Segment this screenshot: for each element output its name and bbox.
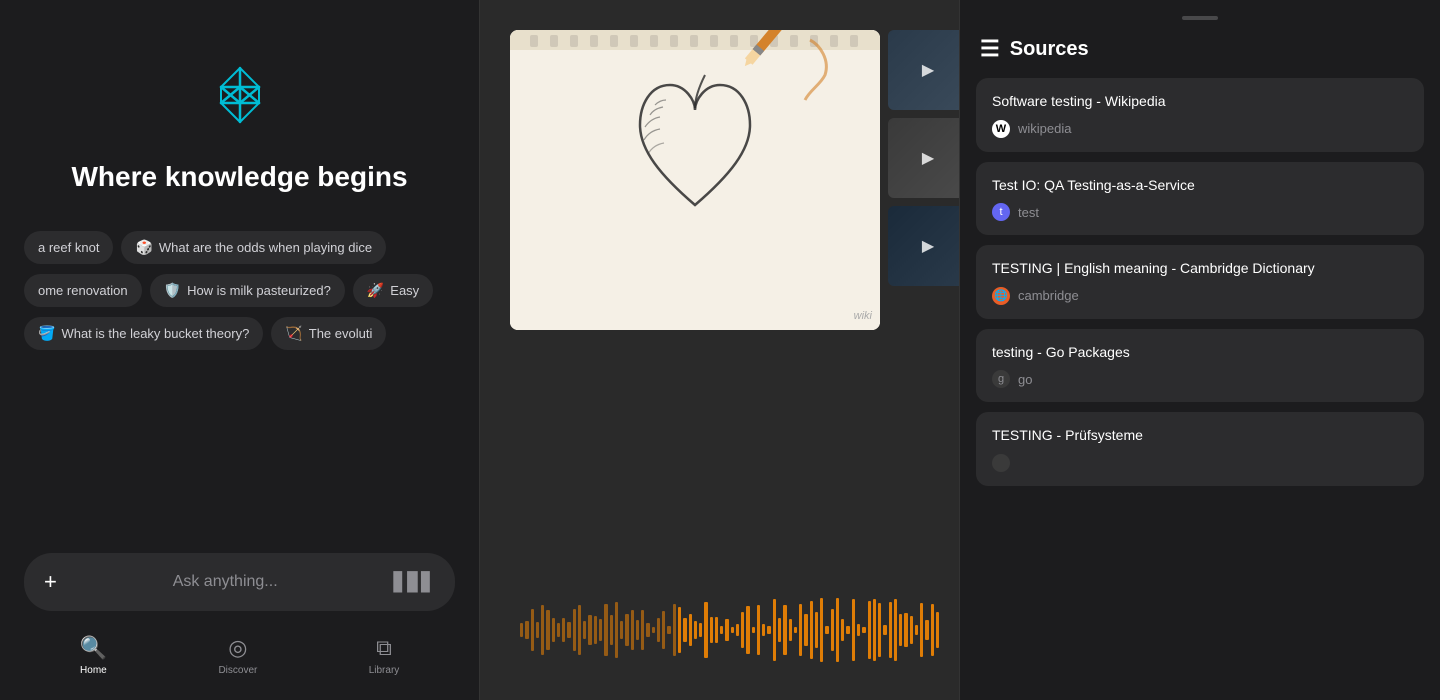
library-icon: ⧉ <box>376 635 392 661</box>
easy-icon: 🚀 <box>367 282 384 299</box>
thumbnail-3[interactable]: ▶ <box>888 206 960 286</box>
chip-leaky[interactable]: 🪣 What is the leaky bucket theory? <box>24 317 263 350</box>
drag-handle[interactable] <box>1182 16 1218 20</box>
site-name: wikipedia <box>1018 121 1071 136</box>
arrow-icon: 🏹 <box>285 325 302 342</box>
source-card-testio[interactable]: Test IO: QA Testing-as-a-Service t test <box>976 162 1424 236</box>
search-bar[interactable]: + Ask anything... ▋▊▋ <box>24 553 455 611</box>
chip-evolution[interactable]: 🏹 The evoluti <box>271 317 386 350</box>
tagline: Where knowledge begins <box>71 159 407 195</box>
nav-home-label: Home <box>80 665 107 676</box>
play-icon: ▶ <box>922 60 934 80</box>
testing-de-favicon <box>992 454 1010 472</box>
thumbnail-2[interactable]: ▶ <box>888 118 960 198</box>
source-title: Software testing - Wikipedia <box>992 92 1408 112</box>
play-icon: ▶ <box>922 148 934 168</box>
bottom-nav: 🔍 Home ◎ Discover ⧉ Library <box>24 627 455 680</box>
site-name: go <box>1018 372 1032 387</box>
bucket-icon: 🪣 <box>38 325 55 342</box>
voice-icon[interactable]: ▋▊▋ <box>393 572 435 593</box>
nav-home[interactable]: 🔍 Home <box>80 635 107 676</box>
chip-text: Easy <box>390 283 419 298</box>
wiki-label: wiki <box>854 310 872 322</box>
source-card-go[interactable]: testing - Go Packages g go <box>976 329 1424 403</box>
suggestion-chips: a reef knot 🎲 What are the odds when pla… <box>24 231 455 350</box>
apple-drawing: wiki <box>510 30 880 330</box>
source-site: W wikipedia <box>992 120 1408 138</box>
nav-library[interactable]: ⧉ Library <box>369 635 400 676</box>
chip-text: The evoluti <box>309 326 373 341</box>
chip-dice[interactable]: 🎲 What are the odds when playing dice <box>121 231 386 264</box>
sources-icon: ☰ <box>980 36 1000 62</box>
play-icon: ▶ <box>922 236 934 256</box>
source-card-cambridge[interactable]: TESTING | English meaning - Cambridge Di… <box>976 245 1424 319</box>
nav-library-label: Library <box>369 665 400 676</box>
chip-text: ome renovation <box>38 283 128 298</box>
chips-row-1: a reef knot 🎲 What are the odds when pla… <box>24 231 455 264</box>
site-name: cambridge <box>1018 288 1079 303</box>
source-site <box>992 454 1408 472</box>
chips-row-2: ome renovation 🛡️ How is milk pasteurize… <box>24 274 455 307</box>
source-card-wikipedia[interactable]: Software testing - Wikipedia W wikipedia <box>976 78 1424 152</box>
chip-reef-knot[interactable]: a reef knot <box>24 231 113 264</box>
chip-renovation[interactable]: ome renovation <box>24 274 142 307</box>
source-title: TESTING | English meaning - Cambridge Di… <box>992 259 1408 279</box>
video-area: wiki ▶ ▶ ▶ <box>480 0 959 560</box>
go-favicon: g <box>992 370 1010 388</box>
thumbnail-1[interactable]: ▶ <box>888 30 960 110</box>
source-title: TESTING - Prüfsysteme <box>992 426 1408 446</box>
chip-text: What is the leaky bucket theory? <box>61 326 249 341</box>
source-site: 🌐 cambridge <box>992 287 1408 305</box>
source-card-testing-de[interactable]: TESTING - Prüfsysteme <box>976 412 1424 486</box>
discover-icon: ◎ <box>228 635 247 661</box>
chip-text: a reef knot <box>38 240 99 255</box>
source-site: g go <box>992 370 1408 388</box>
sources-list[interactable]: Software testing - Wikipedia W wikipedia… <box>960 78 1440 700</box>
thumbnail-column: ▶ ▶ ▶ <box>888 30 960 286</box>
nav-discover[interactable]: ◎ Discover <box>218 635 257 676</box>
source-site: t test <box>992 203 1408 221</box>
search-placeholder: Ask anything... <box>69 573 382 591</box>
logo <box>205 60 275 135</box>
milk-icon: 🛡️ <box>164 282 181 299</box>
add-icon: + <box>44 569 57 595</box>
sources-title: Sources <box>1010 38 1089 61</box>
sources-header: ☰ Sources <box>960 36 1440 78</box>
chip-text: What are the odds when playing dice <box>159 240 372 255</box>
main-image[interactable]: wiki <box>510 30 880 330</box>
test-favicon: t <box>992 203 1010 221</box>
dice-icon: 🎲 <box>135 239 152 256</box>
home-panel: Where knowledge begins a reef knot 🎲 Wha… <box>0 0 480 700</box>
chip-milk[interactable]: 🛡️ How is milk pasteurized? <box>150 274 345 307</box>
source-title: Test IO: QA Testing-as-a-Service <box>992 176 1408 196</box>
chip-easy[interactable]: 🚀 Easy <box>353 274 433 307</box>
wikipedia-favicon: W <box>992 120 1010 138</box>
chip-text: How is milk pasteurized? <box>187 283 331 298</box>
site-name: test <box>1018 205 1039 220</box>
cambridge-favicon: 🌐 <box>992 287 1010 305</box>
chips-row-3: 🪣 What is the leaky bucket theory? 🏹 The… <box>24 317 455 350</box>
media-content: wiki ▶ ▶ ▶ <box>480 0 959 700</box>
audio-waveform[interactable] <box>480 560 959 700</box>
source-title: testing - Go Packages <box>992 343 1408 363</box>
media-panel: wiki ▶ ▶ ▶ <box>480 0 960 700</box>
sources-panel: ☰ Sources Software testing - Wikipedia W… <box>960 0 1440 700</box>
home-icon: 🔍 <box>80 635 107 661</box>
waveform-bars <box>500 560 939 700</box>
nav-discover-label: Discover <box>218 665 257 676</box>
